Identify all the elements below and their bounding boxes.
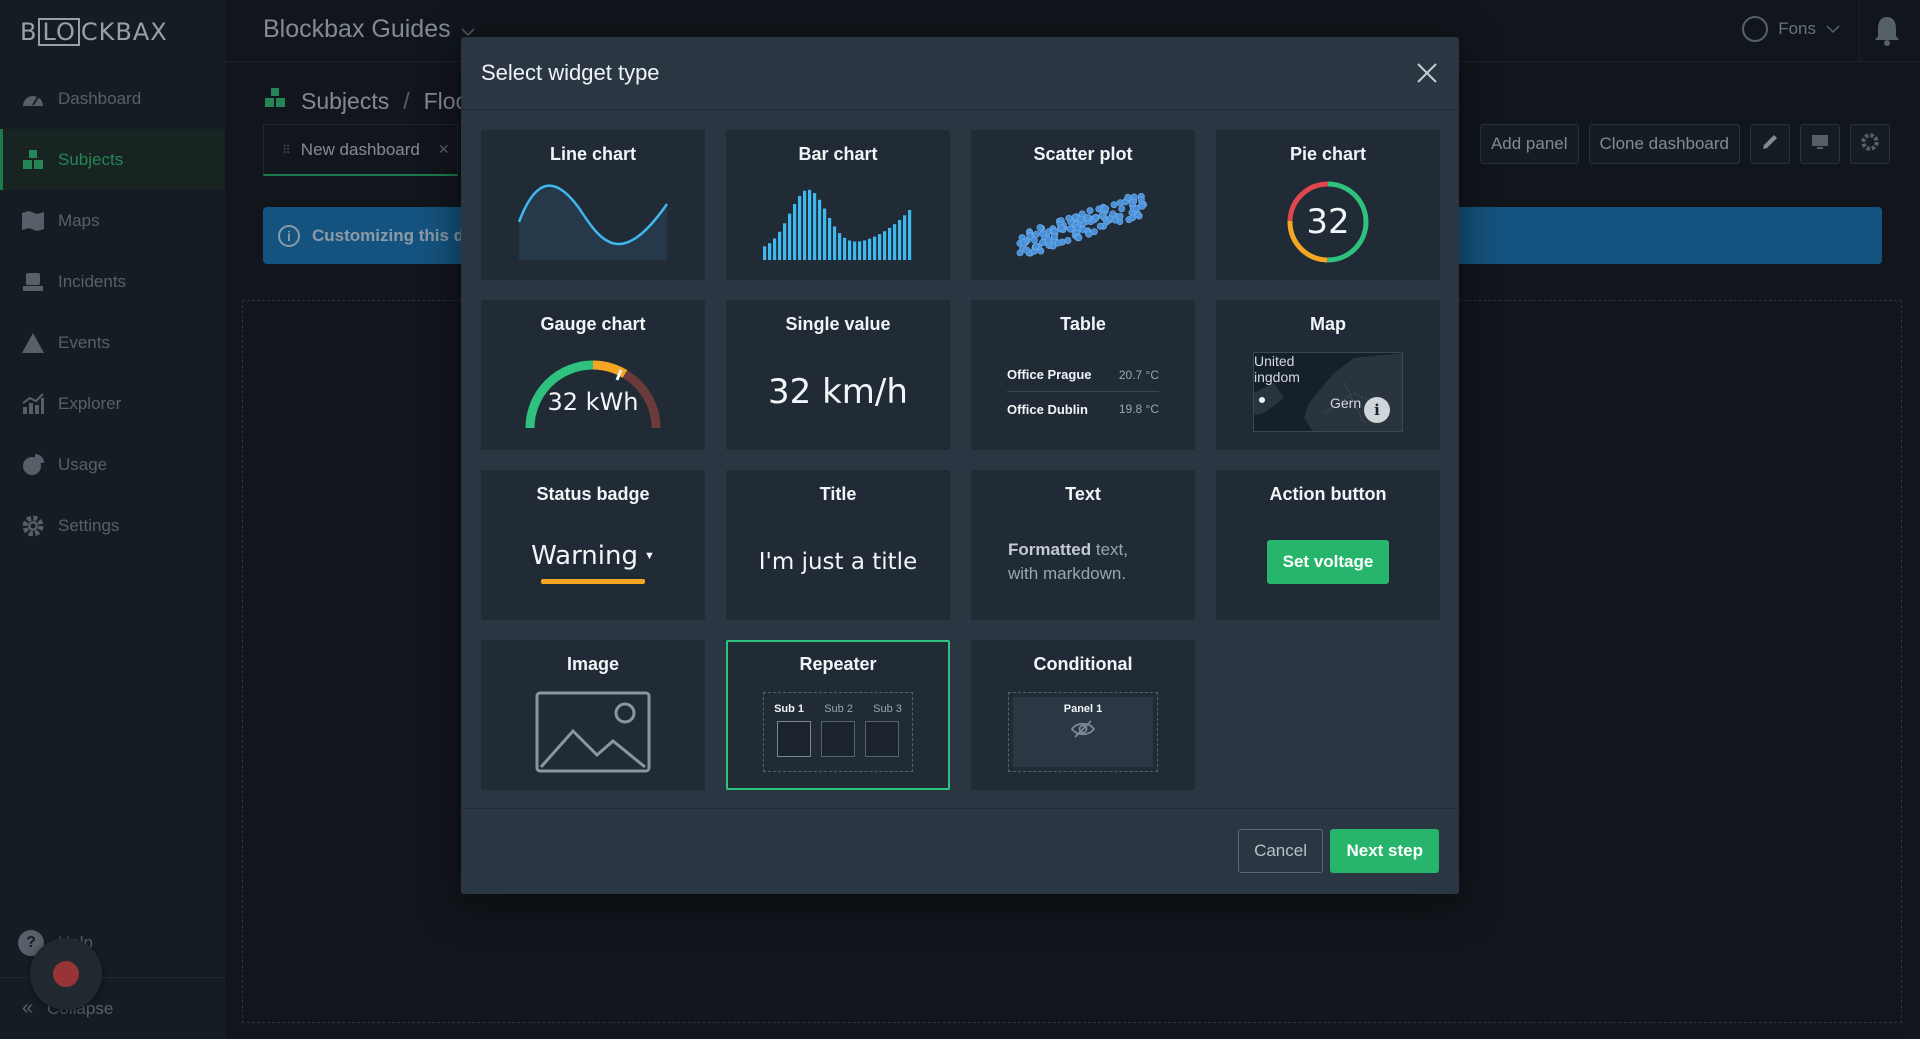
widget-type-grid: Line chart Bar chart Scatter plot Pie ch…	[481, 130, 1440, 790]
table-cell-value: 19.8 °C	[1118, 402, 1159, 416]
card-title: Map	[1310, 314, 1346, 334]
caret-down-icon: ▼	[644, 549, 655, 562]
action-button-preview: Set voltage	[1218, 516, 1438, 608]
text-rest: text,	[1091, 540, 1128, 559]
table-cell-name: Office Dublin	[1007, 401, 1088, 417]
card-title: Title	[819, 484, 857, 504]
scatter-plot-preview-icon	[973, 176, 1193, 268]
conditional-box: Panel 1	[1008, 692, 1158, 772]
eye-slash-icon	[1013, 719, 1153, 744]
widget-card-title[interactable]: Title I'm just a title	[726, 470, 950, 620]
widget-card-map[interactable]: Map United ingdom Gern i	[1216, 300, 1440, 450]
card-title: Action button	[1269, 484, 1387, 504]
repeater-sub-label: Sub 2	[824, 703, 853, 715]
select-widget-modal: Select widget type Line chart Bar chart …	[461, 37, 1459, 894]
status-underline	[540, 578, 645, 584]
title-preview: I'm just a title	[728, 516, 948, 608]
card-title: Status badge	[536, 484, 650, 504]
widget-card-line-chart[interactable]: Line chart	[481, 130, 705, 280]
close-icon[interactable]	[1415, 61, 1439, 85]
repeater-cells	[764, 715, 912, 757]
repeater-cell	[777, 721, 811, 757]
widget-card-gauge-chart[interactable]: Gauge chart 32 kWh	[481, 300, 705, 450]
card-title: Gauge chart	[540, 314, 646, 334]
bar-chart-preview-icon	[728, 176, 948, 268]
conditional-panel-label: Panel 1	[1063, 703, 1103, 715]
repeater-sub-label: Sub 1	[774, 703, 805, 715]
info-icon: i	[1364, 397, 1390, 423]
image-icon	[483, 686, 703, 778]
card-title: Conditional	[1033, 654, 1133, 674]
modal-title: Select widget type	[481, 60, 660, 85]
repeater-cell	[865, 721, 899, 757]
conditional-preview: Panel 1	[973, 686, 1193, 778]
widget-card-bar-chart[interactable]: Bar chart	[726, 130, 950, 280]
table-preview-rows: Office Prague 20.7 °C Office Dublin 19.8…	[1007, 358, 1159, 426]
widget-card-text[interactable]: Text Formatted text, with markdown.	[971, 470, 1195, 620]
repeater-preview: Sub 1 Sub 2 Sub 3	[728, 686, 948, 778]
table-row: Office Dublin 19.8 °C	[1007, 392, 1159, 426]
line-chart-preview-icon	[483, 176, 703, 268]
card-title: Image	[566, 654, 620, 674]
text-line2: with markdown.	[1008, 564, 1127, 583]
widget-card-scatter-plot[interactable]: Scatter plot	[971, 130, 1195, 280]
table-preview: Office Prague 20.7 °C Office Dublin 19.8…	[973, 346, 1193, 438]
map-label-germany: Gern	[1330, 395, 1362, 411]
widget-card-conditional[interactable]: Conditional Panel 1	[971, 640, 1195, 790]
card-title: Table	[1060, 314, 1106, 334]
gauge-chart-preview: 32 kWh	[483, 346, 703, 438]
widget-card-single-value[interactable]: Single value 32 km/h	[726, 300, 950, 450]
repeater-box: Sub 1 Sub 2 Sub 3	[763, 692, 913, 772]
repeater-sub-label: Sub 3	[873, 703, 902, 715]
title-preview-text: I'm just a title	[758, 549, 918, 575]
widget-card-action-button[interactable]: Action button Set voltage	[1216, 470, 1440, 620]
repeater-tabs: Sub 1 Sub 2 Sub 3	[764, 693, 912, 715]
gauge-value: 32 kWh	[547, 388, 639, 416]
cancel-button[interactable]: Cancel	[1238, 829, 1323, 873]
status-badge-preview: Warning ▼	[483, 516, 703, 608]
text-bold: Formatted	[1008, 540, 1092, 559]
text-preview: Formatted text, with markdown.	[973, 516, 1193, 608]
set-voltage-preview-button: Set voltage	[1266, 540, 1390, 584]
pie-value: 32	[1306, 202, 1350, 242]
widget-card-repeater[interactable]: Repeater Sub 1 Sub 2 Sub 3	[726, 640, 950, 790]
card-title: Pie chart	[1289, 144, 1367, 164]
card-title: Line chart	[549, 144, 637, 164]
conditional-panel: Panel 1	[1013, 697, 1153, 767]
table-row: Office Prague 20.7 °C	[1007, 358, 1159, 392]
modal-header: Select widget type	[461, 37, 1459, 110]
table-cell-name: Office Prague	[1007, 367, 1092, 382]
widget-card-status-badge[interactable]: Status badge Warning ▼	[481, 470, 705, 620]
map-preview: United ingdom Gern i	[1218, 346, 1438, 438]
card-title: Scatter plot	[1033, 144, 1133, 164]
card-title: Single value	[785, 314, 891, 334]
pie-chart-preview: 32	[1218, 176, 1438, 268]
status-value: Warning	[531, 540, 638, 571]
widget-card-table[interactable]: Table Office Prague 20.7 °C Office Dubli…	[971, 300, 1195, 450]
card-title: Text	[1065, 484, 1101, 504]
modal-footer: Cancel Next step	[461, 808, 1459, 894]
text-preview-content: Formatted text, with markdown.	[1008, 538, 1158, 586]
map-label-uk: United ingdom	[1254, 353, 1300, 385]
single-value-preview: 32 km/h	[728, 346, 948, 438]
card-title: Bar chart	[798, 144, 878, 164]
table-cell-value: 20.7 °C	[1118, 367, 1159, 382]
widget-card-pie-chart[interactable]: Pie chart 32	[1216, 130, 1440, 280]
map-thumbnail: United ingdom Gern i	[1253, 352, 1403, 432]
widget-card-image[interactable]: Image	[481, 640, 705, 790]
card-title: Repeater	[799, 654, 877, 674]
single-value-text: 32 km/h	[768, 372, 908, 412]
next-step-button[interactable]: Next step	[1330, 829, 1439, 873]
repeater-cell	[821, 721, 855, 757]
